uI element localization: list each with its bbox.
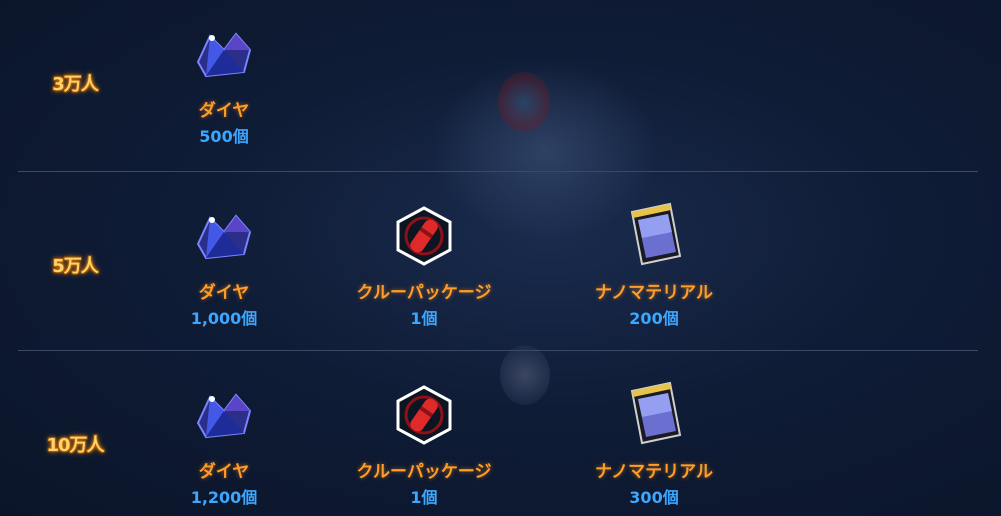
reward-item: ダイヤ 1,000個 <box>124 202 324 329</box>
reward-name: ダイヤ <box>198 283 250 303</box>
tier-label: 5万人 <box>52 256 99 277</box>
reward-name: クルーパッケージ <box>356 462 492 482</box>
diamond-icon <box>184 202 264 272</box>
reward-item: ダイヤ 1,200個 <box>124 381 324 508</box>
reward-quantity: 200個 <box>629 309 679 328</box>
tier-label: 3万人 <box>52 74 99 95</box>
reward-item: ナノマテリアル 300個 <box>554 381 754 508</box>
diamond-icon <box>184 20 264 90</box>
diamond-icon <box>184 381 264 451</box>
reward-quantity: 300個 <box>629 488 679 507</box>
reward-quantity: 1,200個 <box>190 488 258 507</box>
reward-item: ナノマテリアル 200個 <box>554 202 754 329</box>
reward-row-2: 5万人 ダイヤ 1,000個 クルーパッケージ 1個 ナノマテリアル 200個 <box>0 172 1001 350</box>
nanomaterial-icon <box>614 381 694 451</box>
reward-name: ナノマテリアル <box>595 283 713 303</box>
reward-row-3: 10万人 ダイヤ 1,200個 クルーパッケージ 1個 ナノマテリアル 300個 <box>0 351 1001 516</box>
reward-row-1: 3万人 ダイヤ 500個 <box>0 0 1001 170</box>
reward-item: クルーパッケージ 1個 <box>324 202 524 329</box>
reward-quantity: 500個 <box>199 127 249 146</box>
crew-package-icon <box>384 202 464 272</box>
tier-label: 10万人 <box>46 435 104 456</box>
nanomaterial-icon <box>614 202 694 272</box>
reward-quantity: 1個 <box>410 309 438 328</box>
reward-name: ナノマテリアル <box>595 462 713 482</box>
reward-name: ダイヤ <box>198 101 250 121</box>
reward-quantity: 1個 <box>410 488 438 507</box>
reward-item: クルーパッケージ 1個 <box>324 381 524 508</box>
reward-name: クルーパッケージ <box>356 283 492 303</box>
crew-package-icon <box>384 381 464 451</box>
reward-item: ダイヤ 500個 <box>124 20 324 147</box>
reward-quantity: 1,000個 <box>190 309 258 328</box>
reward-name: ダイヤ <box>198 462 250 482</box>
